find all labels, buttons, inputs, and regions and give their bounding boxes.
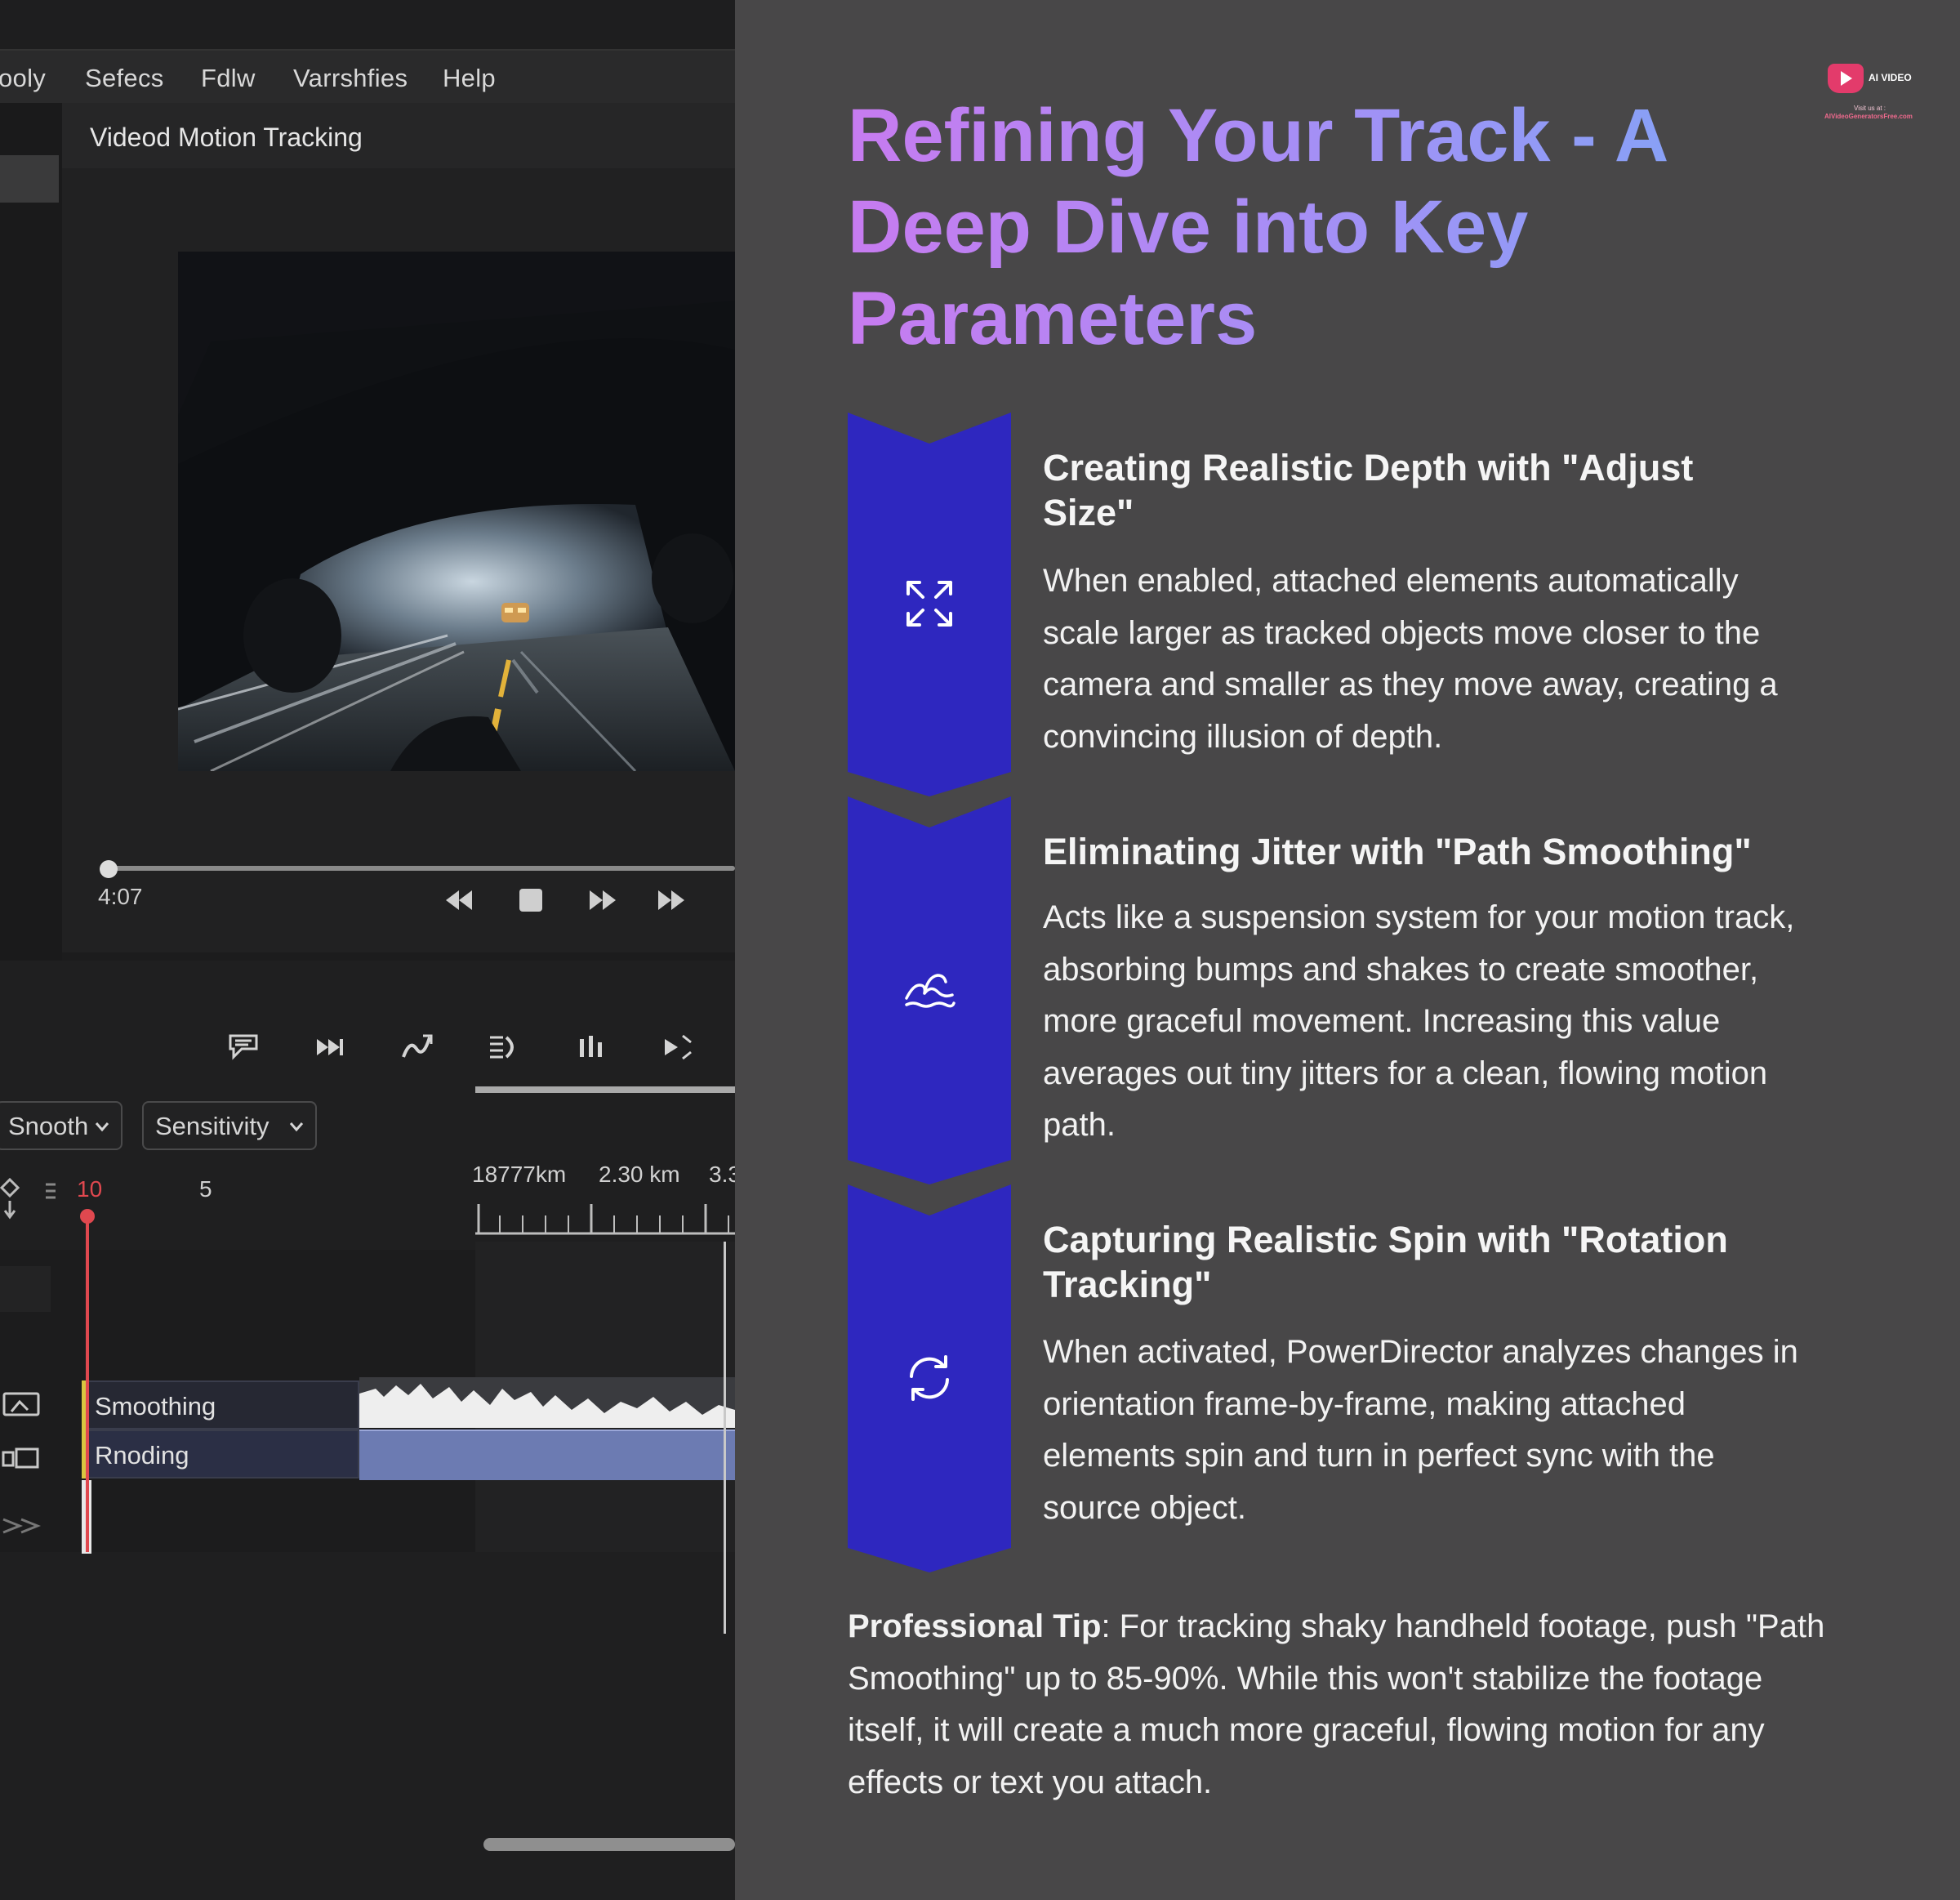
audio-track-icon[interactable] <box>2 1511 41 1539</box>
headline: Refining Your Track - A Deep Dive into K… <box>848 90 1787 364</box>
fast-forward-icon[interactable] <box>585 884 621 917</box>
professional-tip: Professional Tip: For tracking shaky han… <box>848 1601 1828 1809</box>
subtitle-icon[interactable] <box>225 1031 261 1064</box>
menu-item-varrshfies[interactable]: Varrshfies <box>293 64 408 93</box>
frame-number-5: 5 <box>199 1176 212 1202</box>
ruler-label-1: 18777km <box>472 1162 567 1187</box>
smooth-dropdown-label: Snooth <box>8 1112 89 1140</box>
rewind-icon[interactable] <box>441 884 477 917</box>
waveform-clip[interactable] <box>359 1377 735 1428</box>
tip-label: Professional Tip <box>848 1608 1102 1644</box>
track-forward-icon[interactable] <box>312 1031 348 1064</box>
keyframe-diamond-icon[interactable] <box>0 1176 20 1222</box>
motion-clip[interactable] <box>359 1429 735 1480</box>
timeline-end-marker <box>724 1242 726 1634</box>
logo-url: AIVideoGeneratorsFree.com <box>1824 113 1913 120</box>
step-3-title: Capturing Realistic Spin with "Rotation … <box>1043 1219 1728 1305</box>
logo-visit-text: Visit us at : <box>1854 105 1886 112</box>
expand-arrows-icon <box>906 581 952 627</box>
scrub-bar[interactable] <box>105 866 735 871</box>
chevron-down-icon <box>95 1122 109 1132</box>
logo-badge-icon <box>1828 64 1864 93</box>
site-logo[interactable]: AI VIDEO Visit us at : AIVideoGenerators… <box>1821 59 1936 129</box>
rnoding-track-text: Rnoding <box>95 1441 189 1470</box>
chevron-down-icon <box>289 1122 304 1132</box>
step-3-body: When activated, PowerDirector analyzes c… <box>1043 1334 1798 1526</box>
sensitivity-dropdown-label: Sensitivity <box>155 1112 270 1140</box>
title-strip <box>0 0 735 49</box>
step-1-body: When enabled, attached elements automati… <box>1043 563 1778 755</box>
article-panel: Refining Your Track - A Deep Dive into K… <box>735 0 1960 1900</box>
panel-title-bar: Videod Motion Tracking <box>62 103 735 168</box>
playhead-line[interactable] <box>86 1214 89 1552</box>
menu-bar: ooly Sefecs Fdlw Varrshfies Help <box>0 49 735 103</box>
panel-title: Videod Motion Tracking <box>90 123 363 152</box>
step-1-title: Creating Realistic Depth with "Adjust Si… <box>1043 447 1694 533</box>
side-panel-tab[interactable] <box>0 155 59 203</box>
menu-item-help[interactable]: Help <box>443 64 496 93</box>
video-preview <box>178 252 735 771</box>
road-scene-image <box>178 252 735 771</box>
step-2-title: Eliminating Jitter with "Path Smoothing" <box>1043 831 1752 872</box>
left-side-panel <box>0 103 62 961</box>
menu-item-sefecs[interactable]: Sefecs <box>85 64 164 93</box>
sensitivity-dropdown[interactable]: Sensitivity <box>142 1101 317 1150</box>
horizontal-scrollbar[interactable] <box>483 1838 735 1851</box>
waveform-graphic <box>359 1384 735 1428</box>
logo-title: AI VIDEO <box>1869 72 1912 83</box>
overlay-track-icon[interactable] <box>2 1444 41 1472</box>
expand-track-icon[interactable] <box>660 1031 696 1064</box>
ruler-label-2: 2.30 km <box>599 1162 680 1187</box>
skip-forward-icon[interactable] <box>653 884 689 917</box>
drag-handle-icon[interactable] <box>44 1181 57 1202</box>
ruler-range-bar <box>475 1086 735 1093</box>
rnoding-track-label[interactable]: Rnoding <box>82 1429 359 1479</box>
ruler-label-3: 3.3 <box>709 1162 735 1187</box>
smoothing-track-text: Smoothing <box>95 1392 216 1421</box>
levels-icon[interactable] <box>573 1031 609 1064</box>
wave-icon <box>905 974 956 1008</box>
stop-icon[interactable] <box>513 884 549 917</box>
track-header-block <box>0 1266 51 1312</box>
menu-item-fdlw[interactable]: Fdlw <box>201 64 256 93</box>
motion-path-icon[interactable] <box>399 1031 434 1064</box>
time-ruler <box>475 1204 735 1235</box>
smoothing-track-label[interactable]: Smoothing <box>82 1380 359 1429</box>
smooth-dropdown[interactable]: Snooth <box>0 1101 122 1150</box>
editor-screenshot: ooly Sefecs Fdlw Varrshfies Help Videod … <box>0 0 735 1900</box>
frame-number-10: 10 <box>77 1176 103 1202</box>
playhead-handle[interactable] <box>80 1209 95 1224</box>
timecode: 4:07 <box>98 884 143 909</box>
step-2-body: Acts like a suspension system for your m… <box>1043 899 1795 1143</box>
menu-item-ooly[interactable]: ooly <box>0 64 46 93</box>
rotate-arrows-icon <box>910 1355 949 1401</box>
keyframe-icon[interactable] <box>485 1031 521 1064</box>
video-track-icon[interactable] <box>2 1390 41 1418</box>
scrub-handle[interactable] <box>100 860 118 878</box>
